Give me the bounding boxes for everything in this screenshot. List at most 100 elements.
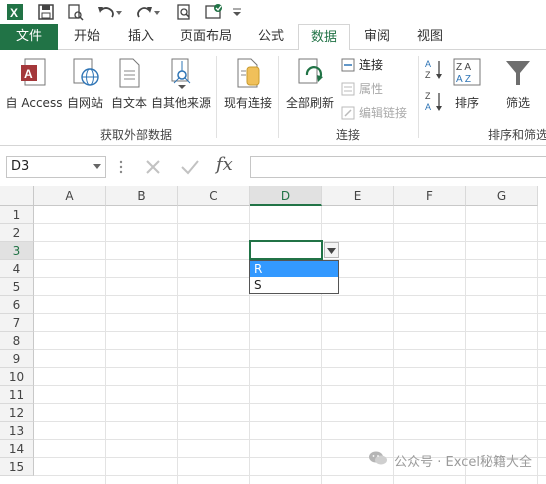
edit-links-icon (340, 106, 356, 120)
column-header-e[interactable]: E (322, 186, 394, 206)
column-header-f[interactable]: F (394, 186, 466, 206)
row-header-6[interactable]: 6 (0, 296, 34, 314)
row-header-5[interactable]: 5 (0, 278, 34, 296)
filter-icon (503, 56, 533, 90)
excel-logo-icon: X (6, 3, 24, 21)
svg-text:A Z: A Z (456, 74, 471, 85)
dropdown-option-r[interactable]: R (250, 261, 338, 277)
data-validation-icon[interactable] (204, 3, 224, 21)
row-header-13[interactable]: 13 (0, 422, 34, 440)
svg-text:X: X (10, 6, 18, 20)
row-header-4[interactable]: 4 (0, 260, 34, 278)
column-gridline (177, 206, 178, 484)
cell-dropdown-button[interactable] (324, 242, 339, 258)
row-gridline (34, 421, 546, 422)
separator (216, 56, 217, 138)
from-access-button[interactable]: A 自 Access (4, 56, 64, 111)
row-header-10[interactable]: 10 (0, 368, 34, 386)
validation-dropdown-list: R S (249, 260, 339, 294)
select-all-corner[interactable] (0, 186, 34, 206)
connections-button[interactable]: 连接 (340, 56, 383, 73)
chevron-down-icon (327, 243, 336, 257)
refresh-all-button[interactable]: 全部刷新 (284, 56, 336, 111)
tab-view[interactable]: 视图 (404, 24, 456, 50)
redo-icon[interactable] (136, 3, 162, 21)
column-header-d[interactable]: D (250, 186, 322, 206)
column-header-c[interactable]: C (178, 186, 250, 206)
tab-data[interactable]: 数据 (298, 24, 350, 51)
svg-text:Z: Z (425, 70, 431, 80)
row-gridline (34, 295, 546, 296)
quick-access-toolbar: X (0, 0, 546, 24)
document-search-icon[interactable] (176, 3, 194, 21)
sort-ascending-icon: AZ (424, 58, 444, 83)
tab-review[interactable]: 审阅 (352, 24, 402, 50)
from-other-sources-button[interactable]: 自其他来源 (150, 56, 212, 111)
ribbon-tabs: 文件 开始 插入 页面布局 公式 数据 审阅 视图 (0, 24, 546, 51)
dropdown-option-s[interactable]: S (250, 277, 338, 293)
row-header-3[interactable]: 3 (0, 242, 34, 260)
svg-text:Z A: Z A (456, 62, 471, 73)
formula-input[interactable] (250, 156, 546, 178)
row-header-15[interactable]: 15 (0, 458, 34, 476)
group-label-get-external-data: 获取外部数据 (100, 128, 173, 142)
connections-icon (340, 58, 356, 72)
active-cell-d3[interactable] (249, 240, 323, 260)
column-header-a[interactable]: A (34, 186, 106, 206)
customize-qat-icon[interactable] (232, 3, 242, 21)
more-options-icon[interactable] (118, 158, 124, 179)
column-header-b[interactable]: B (106, 186, 178, 206)
row-gridline (34, 385, 546, 386)
insert-function-icon[interactable]: fx (216, 154, 233, 175)
column-gridline (393, 206, 394, 484)
row-header-2[interactable]: 2 (0, 224, 34, 242)
spreadsheet-grid: ABCDEFG 1 2 3 4 5 6 7 8 9 10 11 12 13 14 15 R S (0, 186, 546, 484)
row-header-7[interactable]: 7 (0, 314, 34, 332)
sort-descending-button[interactable]: ZA (424, 90, 444, 115)
row-header-14[interactable]: 14 (0, 440, 34, 458)
properties-button[interactable]: 属性 (340, 80, 383, 97)
watermark-text: 公众号 · Excel秘籍大全 (394, 454, 532, 470)
from-web-button[interactable]: 自网站 (64, 56, 106, 111)
row-gridline (34, 475, 546, 476)
sort-ascending-button[interactable]: AZ (424, 58, 444, 83)
sort-button[interactable]: Z AA Z 排序 (450, 56, 484, 111)
row-header-12[interactable]: 12 (0, 404, 34, 422)
cancel-icon[interactable] (144, 158, 162, 179)
row-gridline (34, 313, 546, 314)
separator (278, 56, 279, 138)
filter-button[interactable]: 筛选 (498, 56, 538, 111)
refresh-icon (295, 56, 325, 90)
enter-icon[interactable] (180, 158, 200, 179)
tab-home[interactable]: 开始 (62, 24, 112, 50)
svg-text:A: A (425, 59, 431, 69)
tab-formulas[interactable]: 公式 (246, 24, 296, 50)
tab-file[interactable]: 文件 (0, 24, 58, 50)
ribbon: A 自 Access 自网站 自文本 自其他来源 获取外部数据 现有连接 全部刷… (0, 50, 546, 146)
separator (418, 56, 419, 138)
watermark: 公众号 · Excel秘籍大全 (368, 450, 532, 470)
tab-page-layout[interactable]: 页面布局 (170, 24, 242, 50)
undo-icon[interactable] (96, 3, 122, 21)
text-file-icon (115, 56, 143, 90)
row-gridline (34, 403, 546, 404)
name-box[interactable]: D3 (6, 156, 106, 178)
chevron-down-icon[interactable] (93, 164, 101, 169)
row-header-11[interactable]: 11 (0, 386, 34, 404)
tab-insert[interactable]: 插入 (116, 24, 166, 50)
properties-icon (340, 82, 356, 96)
row-header-9[interactable]: 9 (0, 350, 34, 368)
existing-connections-button[interactable]: 现有连接 (222, 56, 274, 111)
column-gridline (537, 206, 538, 484)
row-gridline (34, 367, 546, 368)
column-header-g[interactable]: G (466, 186, 538, 206)
row-header-8[interactable]: 8 (0, 332, 34, 350)
svg-text:Z: Z (425, 91, 431, 101)
row-gridline (34, 331, 546, 332)
row-gridline (34, 223, 546, 224)
save-icon[interactable] (38, 3, 54, 21)
print-preview-icon[interactable] (66, 3, 84, 21)
edit-links-button[interactable]: 编辑链接 (340, 104, 407, 121)
row-header-1[interactable]: 1 (0, 206, 34, 224)
from-text-button[interactable]: 自文本 (108, 56, 150, 111)
